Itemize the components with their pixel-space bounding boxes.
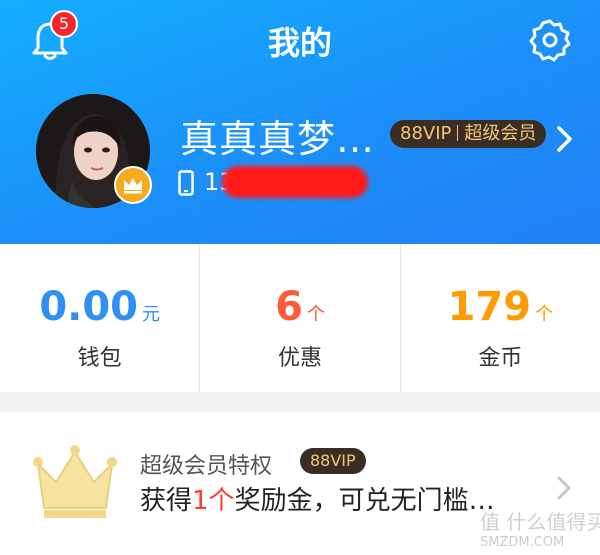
stat-label: 金币 [478, 346, 523, 371]
desc-prefix: 获得 [140, 486, 193, 516]
watermark: 值 什么值得买 SMZDM.COM [480, 506, 600, 550]
gear-icon[interactable] [528, 18, 572, 62]
stat-unit: 个 [306, 304, 325, 325]
stat-label: 钱包 [77, 346, 122, 371]
stat-value: 0.00 元 [0, 284, 199, 330]
vip-prefix: 88VIP [400, 123, 452, 144]
stat-number: 6 [275, 284, 303, 330]
stat-unit: 个 [535, 304, 554, 325]
phone-redaction [222, 166, 368, 198]
desc-highlight: 1个 [192, 486, 235, 516]
card-title: 超级会员特权 [140, 454, 273, 479]
vip-label: 超级会员 [464, 123, 537, 144]
stat-wallet[interactable]: 0.00 元 钱包 [0, 244, 199, 392]
chevron-right-icon[interactable] [555, 124, 575, 154]
phone-icon [178, 170, 194, 196]
watermark-line2: SMZDM.COM [480, 535, 565, 550]
desc-suffix: 奖励金，可兑无门槛… [234, 486, 495, 516]
vip-tag[interactable]: 88VIP 超级会员 [390, 120, 547, 148]
stat-value: 6个 [200, 284, 399, 330]
chevron-right-icon[interactable] [555, 474, 573, 502]
vip-divider [457, 125, 459, 141]
vip-badge: 88VIP [300, 448, 366, 474]
username[interactable]: 真真真梦… [180, 108, 375, 163]
vip-crown-badge [114, 166, 152, 204]
crown-icon [124, 178, 142, 194]
stat-coins[interactable]: 179 个 金币 [399, 244, 600, 392]
card-description: 获得1个奖励金，可兑无门槛… [140, 480, 495, 517]
crown-icon [33, 445, 117, 518]
stat-coupons[interactable]: 6个 优惠 [199, 244, 399, 392]
page-title: 我的 [267, 24, 332, 62]
profile-header: 5 我的 真真真梦… 88VIP 超级会员 13 [0, 0, 600, 244]
stat-label: 优惠 [277, 346, 322, 371]
stat-number: 179 [447, 284, 532, 330]
watermark-line1: 值 什么值得买 [480, 510, 600, 534]
stat-number: 0.00 [39, 284, 139, 330]
stat-unit: 元 [142, 304, 161, 325]
stats-bar: 0.00 元 钱包 6个 优惠 179 个 金币 [0, 244, 600, 392]
stat-value: 179 个 [401, 284, 600, 330]
